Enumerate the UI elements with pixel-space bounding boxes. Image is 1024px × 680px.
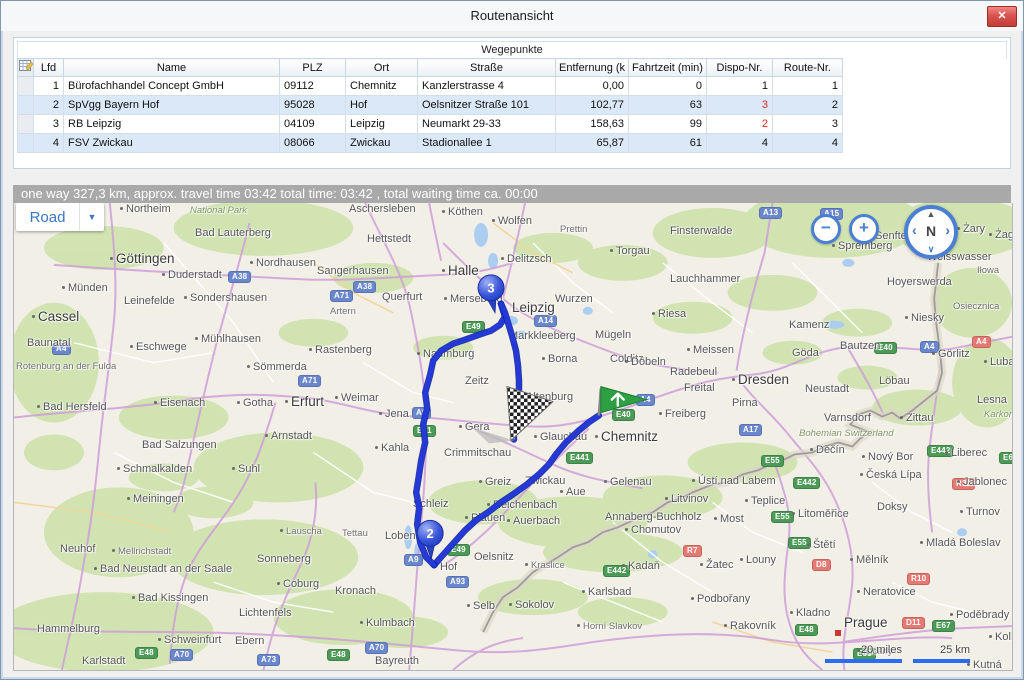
scale-miles-label: 20 miles [825,644,902,656]
waypoints-table: LfdNamePLZOrtStraßeEntfernung (kFahrtzei… [17,58,843,153]
table-header-row: LfdNamePLZOrtStraßeEntfernung (kFahrtzei… [18,59,843,77]
column-header[interactable]: Lfd [34,59,64,77]
window-title: Routenansicht [1,8,1023,23]
map-canvas[interactable]: A38A38A71A71A14E49A4A4E40E441A9E51A4E40A… [13,203,1013,671]
cell-plz: 04109 [280,115,346,134]
zoom-in-button[interactable]: + [849,214,879,244]
cell-strasse: Stadionallee 1 [418,134,556,153]
cell-route: 2 [772,96,842,115]
cell-ort: Hof [346,96,418,115]
cell-ort: Leipzig [346,115,418,134]
map-style-button[interactable]: Road ▼ [16,203,104,231]
column-header[interactable]: Entfernung (k [556,59,629,77]
cell-ort: Chemnitz [346,77,418,96]
cell-plz: 08066 [280,134,346,153]
table-row[interactable]: 4FSV Zwickau08066ZwickauStadionallee 165… [18,134,843,153]
waypoints-panel: Wegepunkte LfdNamePLZOrtSt [13,37,1011,169]
cell-dispo: 1 [706,77,772,96]
cell-plz: 09112 [280,77,346,96]
plus-icon: + [859,218,869,237]
cell-entfernung: 102,77 [556,96,629,115]
compass-control[interactable]: ▲ N ‹ › ∨ [904,205,958,259]
cell-dispo: 3 [706,96,772,115]
cell-entfernung: 65,87 [556,134,629,153]
column-header[interactable]: Dispo-Nr. [706,59,772,77]
scale-miles-bar [825,659,902,663]
cell-route: 1 [772,77,842,96]
waypoints-group-header: Wegepunkte [17,41,1007,58]
capital-city-square [835,630,841,636]
column-header[interactable]: Route-Nr. [772,59,842,77]
cell-lfd: 1 [34,77,64,96]
cell-name: FSV Zwickau [64,134,280,153]
column-header[interactable]: Straße [418,59,556,77]
titlebar[interactable]: Routenansicht ✕ [1,1,1023,31]
column-header[interactable]: Name [64,59,280,77]
compass-left-icon: ‹ [912,222,917,238]
cell-name: SpVgg Bayern Hof [64,96,280,115]
chevron-down-icon[interactable]: ▼ [79,203,104,231]
cell-strasse: Neumarkt 29-33 [418,115,556,134]
route-view-window: Routenansicht ✕ Wegepunkte [0,0,1024,680]
cell-route: 3 [772,115,842,134]
cell-entfernung: 0,00 [556,77,629,96]
cell-fahrtzeit: 0 [629,77,707,96]
cell-dispo: 2 [706,115,772,134]
cell-lfd: 3 [34,115,64,134]
cell-route: 4 [772,134,842,153]
scale-km-bar [913,659,970,663]
cell-strasse: Kanzlerstrasse 4 [418,77,556,96]
column-header[interactable]: Fahrtzeit (min) [629,59,707,77]
cell-fahrtzeit: 63 [629,96,707,115]
cell-lfd: 4 [34,134,64,153]
cell-name: RB Leipzig [64,115,280,134]
compass-down-icon: ∨ [908,244,954,255]
table-row[interactable]: 2SpVgg Bayern Hof95028HofOelsnitzer Stra… [18,96,843,115]
route-summary-bar: one way 327,3 km, approx. travel time 03… [13,185,1011,203]
table-row[interactable]: 3RB Leipzig04109LeipzigNeumarkt 29-33158… [18,115,843,134]
cell-lfd: 2 [34,96,64,115]
compass-right-icon: › [945,222,950,238]
cell-dispo: 4 [706,134,772,153]
cell-fahrtzeit: 99 [629,115,707,134]
cell-plz: 95028 [280,96,346,115]
row-indicator-cell [18,77,34,96]
column-header[interactable]: Ort [346,59,418,77]
cell-name: Bürofachhandel Concept GmbH [64,77,280,96]
zoom-out-button[interactable]: − [811,214,841,244]
cell-ort: Zwickau [346,134,418,153]
close-icon: ✕ [997,10,1006,22]
column-header[interactable]: PLZ [280,59,346,77]
cell-strasse: Oelsnitzer Straße 101 [418,96,556,115]
map-style-label: Road [16,209,79,226]
edit-table-icon-cell[interactable] [18,59,34,77]
scale-km-label: 25 km [913,644,970,656]
minus-icon: − [821,218,831,237]
table-row[interactable]: 1Bürofachhandel Concept GmbH09112Chemnit… [18,77,843,96]
cell-entfernung: 158,63 [556,115,629,134]
row-indicator-cell [18,96,34,115]
compass-north-label: N [908,223,954,239]
row-indicator-cell [18,115,34,134]
edit-table-icon [19,59,33,73]
row-indicator-cell [18,134,34,153]
compass-up-icon: ▲ [908,209,954,219]
map-geography [14,203,1012,670]
cell-fahrtzeit: 61 [629,134,707,153]
close-button[interactable]: ✕ [987,6,1017,27]
